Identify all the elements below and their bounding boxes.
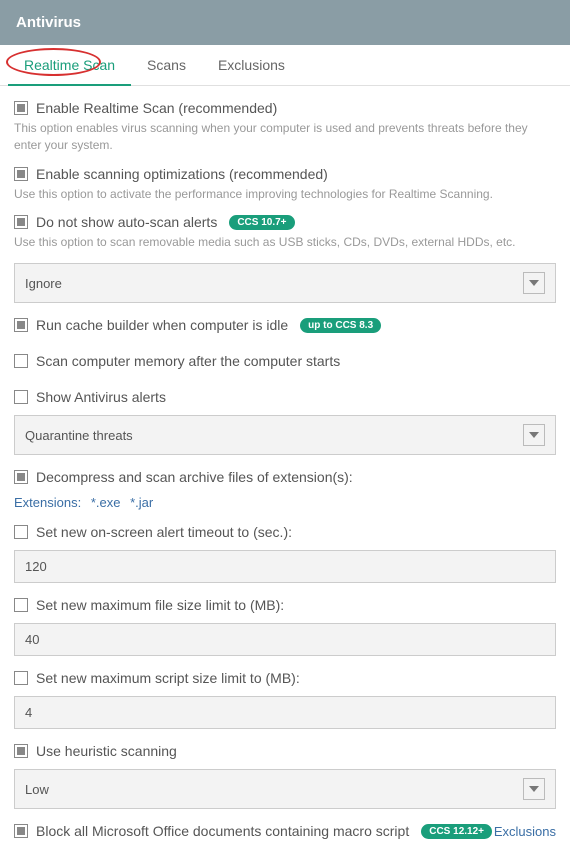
settings-body: Enable Realtime Scan (recommended) This … xyxy=(0,86,570,859)
cache-builder-label: Run cache builder when computer is idle xyxy=(36,317,288,333)
no-autoscan-alerts-label: Do not show auto-scan alerts xyxy=(36,214,217,230)
enable-realtime-desc: This option enables virus scanning when … xyxy=(14,120,556,154)
decompress-checkbox[interactable] xyxy=(14,470,28,484)
heuristic-label: Use heuristic scanning xyxy=(36,743,177,759)
show-alerts-label: Show Antivirus alerts xyxy=(36,389,166,405)
script-size-label: Set new maximum script size limit to (MB… xyxy=(36,670,300,686)
exclusions-link[interactable]: Exclusions xyxy=(494,824,556,839)
enable-optimizations-checkbox[interactable] xyxy=(14,167,28,181)
file-size-checkbox[interactable] xyxy=(14,598,28,612)
tab-bar: Realtime Scan Scans Exclusions xyxy=(0,45,570,86)
tab-scans[interactable]: Scans xyxy=(131,45,202,85)
autoscan-action-select[interactable]: Ignore xyxy=(14,263,556,303)
alert-timeout-input[interactable]: 120 xyxy=(14,550,556,583)
chevron-down-icon xyxy=(523,778,545,800)
enable-realtime-checkbox[interactable] xyxy=(14,101,28,115)
decompress-label: Decompress and scan archive files of ext… xyxy=(36,469,353,485)
alert-action-select[interactable]: Quarantine threats xyxy=(14,415,556,455)
chevron-down-icon xyxy=(523,272,545,294)
enable-optimizations-desc: Use this option to activate the performa… xyxy=(14,186,556,203)
alert-action-value: Quarantine threats xyxy=(25,428,133,443)
alert-timeout-checkbox[interactable] xyxy=(14,525,28,539)
cache-builder-badge: up to CCS 8.3 xyxy=(300,318,381,333)
enable-realtime-label: Enable Realtime Scan (recommended) xyxy=(36,100,277,116)
page-header: Antivirus xyxy=(0,0,570,45)
heuristic-level-value: Low xyxy=(25,782,49,797)
heuristic-level-select[interactable]: Low xyxy=(14,769,556,809)
extensions-label: Extensions: xyxy=(14,495,81,510)
file-size-input[interactable]: 40 xyxy=(14,623,556,656)
no-autoscan-alerts-badge: CCS 10.7+ xyxy=(229,215,294,230)
file-size-label: Set new maximum file size limit to (MB): xyxy=(36,597,284,613)
scan-memory-checkbox[interactable] xyxy=(14,354,28,368)
chevron-down-icon xyxy=(523,424,545,446)
extension-item[interactable]: *.exe xyxy=(91,495,121,510)
block-macro-badge: CCS 12.12+ xyxy=(421,824,492,839)
script-size-checkbox[interactable] xyxy=(14,671,28,685)
page-title: Antivirus xyxy=(16,14,81,31)
tab-realtime-scan[interactable]: Realtime Scan xyxy=(8,45,131,85)
enable-optimizations-label: Enable scanning optimizations (recommend… xyxy=(36,166,328,182)
extension-item[interactable]: *.jar xyxy=(130,495,153,510)
autoscan-action-value: Ignore xyxy=(25,276,62,291)
block-macro-label: Block all Microsoft Office documents con… xyxy=(36,823,409,839)
extensions-row: Extensions: *.exe *.jar xyxy=(14,495,556,510)
show-alerts-checkbox[interactable] xyxy=(14,390,28,404)
no-autoscan-alerts-desc: Use this option to scan removable media … xyxy=(14,234,556,251)
no-autoscan-alerts-checkbox[interactable] xyxy=(14,215,28,229)
heuristic-checkbox[interactable] xyxy=(14,744,28,758)
block-macro-checkbox[interactable] xyxy=(14,824,28,838)
tab-exclusions[interactable]: Exclusions xyxy=(202,45,301,85)
script-size-input[interactable]: 4 xyxy=(14,696,556,729)
cache-builder-checkbox[interactable] xyxy=(14,318,28,332)
alert-timeout-label: Set new on-screen alert timeout to (sec.… xyxy=(36,524,292,540)
scan-memory-label: Scan computer memory after the computer … xyxy=(36,353,340,369)
